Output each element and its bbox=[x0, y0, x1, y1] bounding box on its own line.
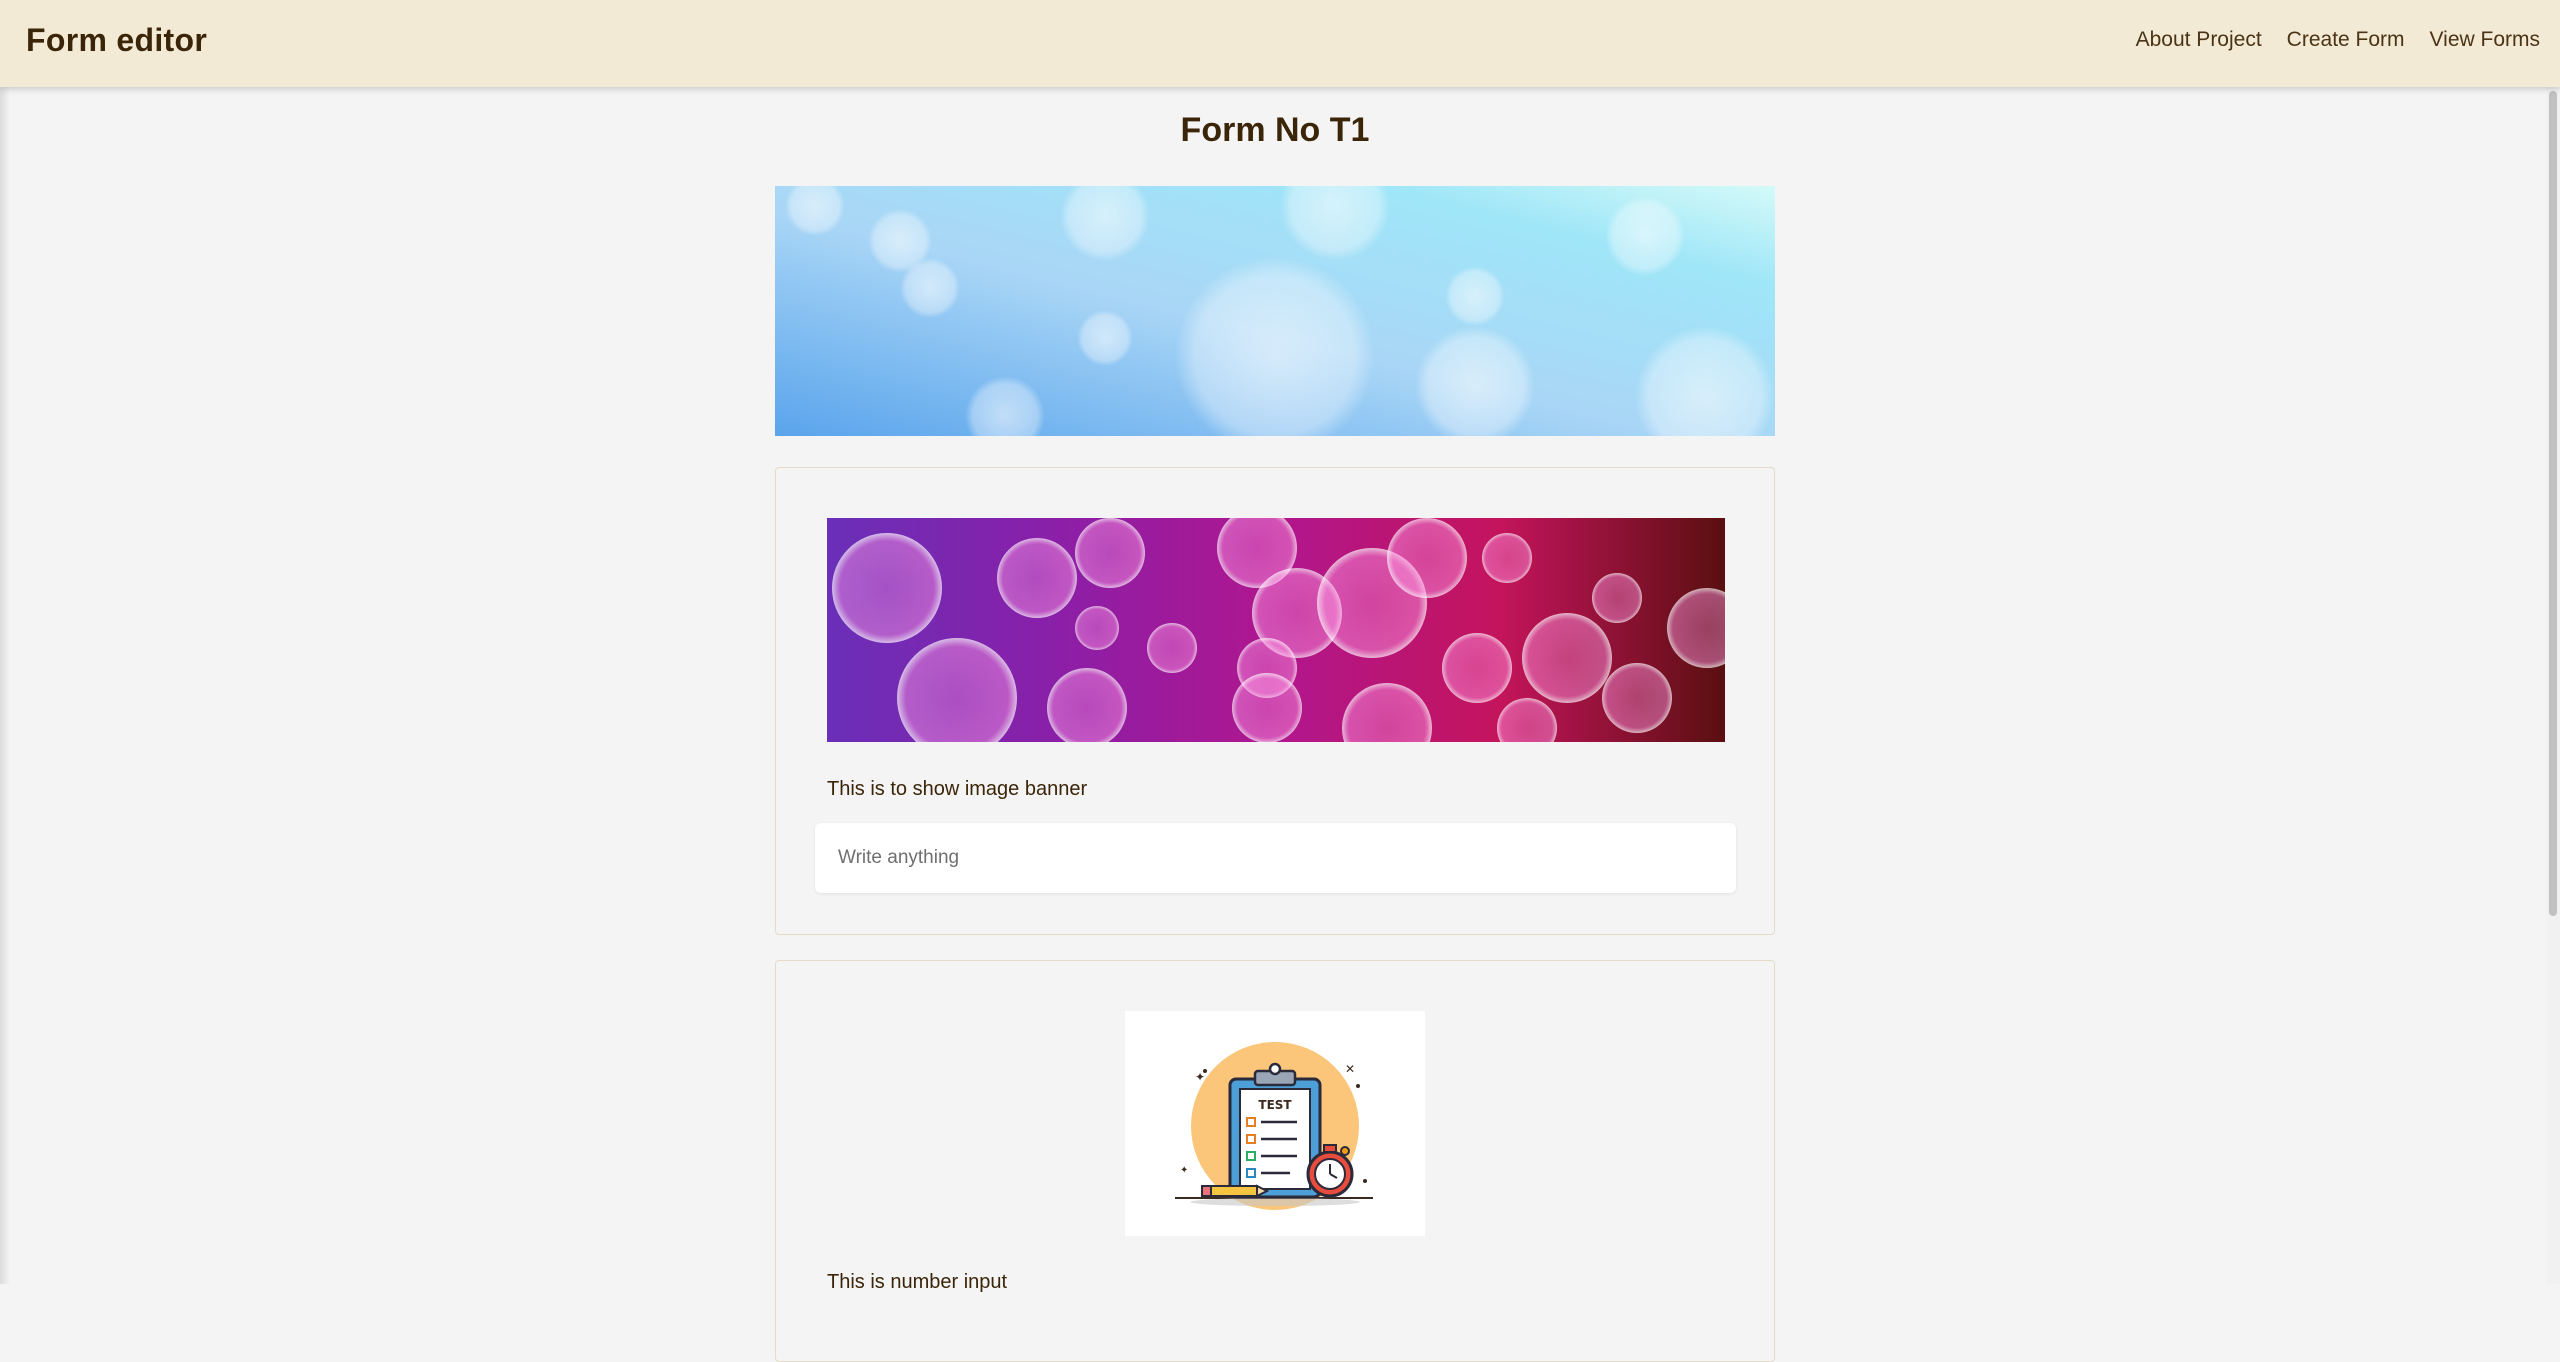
nav-link-create-form[interactable]: Create Form bbox=[2287, 28, 2405, 52]
svg-text:✕: ✕ bbox=[1345, 1062, 1355, 1076]
app-brand[interactable]: Form editor bbox=[26, 22, 207, 59]
nav-link-about-project[interactable]: About Project bbox=[2136, 28, 2262, 52]
field-caption: This is number input bbox=[827, 1271, 1008, 1293]
vertical-scrollbar[interactable] bbox=[2546, 87, 2560, 1284]
write-anything-input[interactable] bbox=[815, 823, 1736, 893]
top-navbar: Form editor About Project Create Form Vi… bbox=[0, 0, 2560, 87]
form-field-card-image-banner: This is to show image banner bbox=[775, 467, 1775, 935]
field-caption: This is to show image banner bbox=[827, 778, 1088, 800]
card-banner-image bbox=[827, 518, 1725, 742]
clipboard-checklist-stopwatch-icon: ✦ ✕ ✦ TEST bbox=[1175, 1042, 1373, 1210]
nav-link-view-forms[interactable]: View Forms bbox=[2430, 28, 2540, 52]
scrollbar-thumb[interactable] bbox=[2549, 91, 2557, 916]
form-title: Form No T1 bbox=[1180, 111, 1370, 149]
form-header-banner-image bbox=[775, 186, 1775, 436]
nav-links: About Project Create Form View Forms bbox=[2136, 28, 2540, 52]
page-left-shadow bbox=[0, 87, 10, 1284]
test-illustration-image: ✦ ✕ ✦ TEST bbox=[1125, 1011, 1425, 1236]
test-label: TEST bbox=[1258, 1098, 1292, 1112]
blue-bokeh-image bbox=[775, 186, 1775, 436]
svg-text:✦: ✦ bbox=[1180, 1165, 1188, 1176]
form-field-card-number-input: ✦ ✕ ✦ TEST This is number input bbox=[775, 960, 1775, 1362]
purple-pink-bokeh-image bbox=[827, 518, 1725, 742]
